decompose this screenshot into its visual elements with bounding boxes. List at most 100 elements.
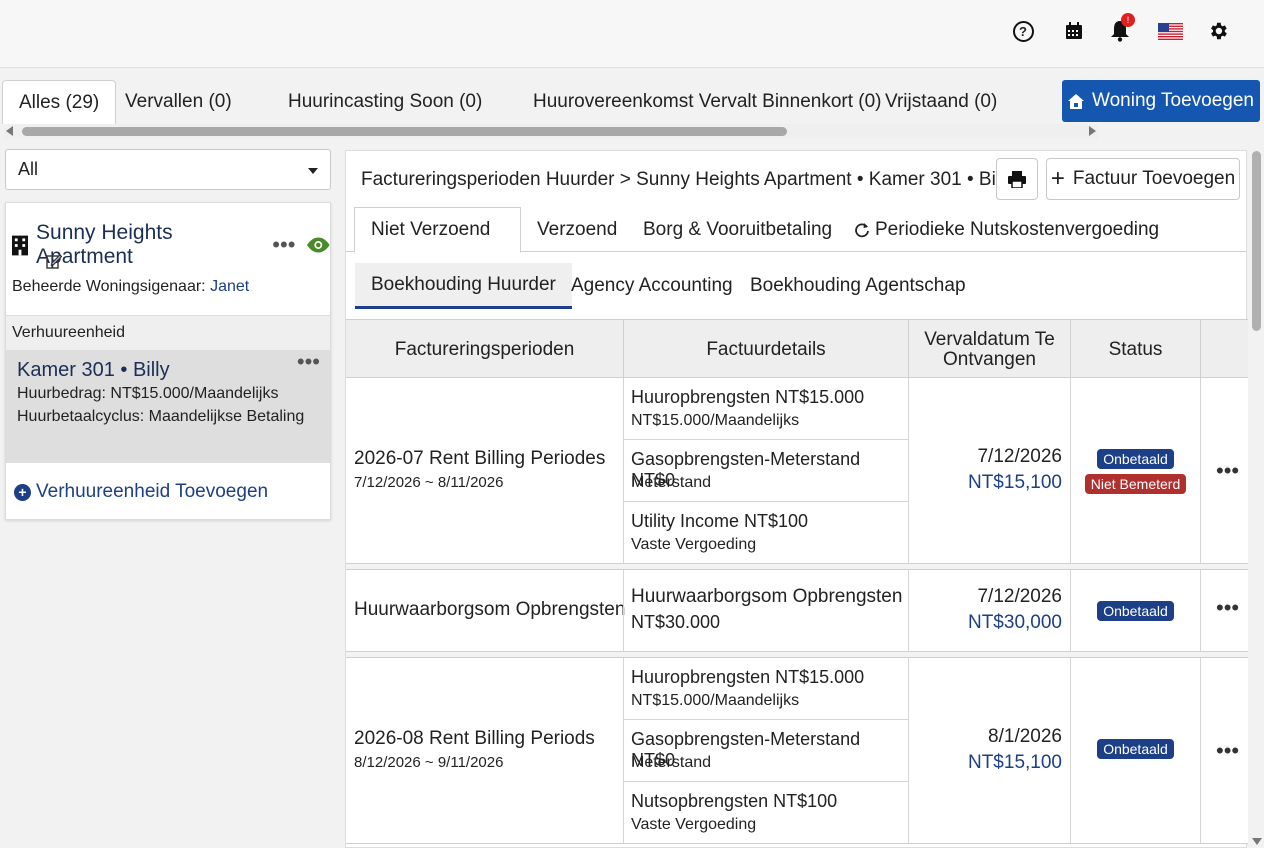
unit-item[interactable]: Kamer 301 • Billy ••• Huurbedrag: NT$15.… [6, 351, 330, 463]
invoice-line-title: Huuropbrengsten NT$15.000 [631, 667, 865, 687]
filter-selected-value: All [18, 159, 39, 179]
chevron-down-icon [308, 168, 318, 174]
invoice-line-title: Huuropbrengsten NT$15.000 [631, 387, 865, 407]
tab-rent-collection-soon[interactable]: Huurincasting Soon (0) [288, 80, 482, 124]
add-property-button[interactable]: Woning Toevoegen [1062, 80, 1260, 122]
add-invoice-button[interactable]: + Factuur Toevoegen [1046, 158, 1240, 200]
eye-icon[interactable] [307, 237, 331, 253]
property-name[interactable]: Sunny Heights Apartment [36, 221, 260, 269]
scroll-down-icon[interactable] [1252, 838, 1262, 845]
row-more-options-icon[interactable]: ••• [1216, 595, 1239, 621]
tab-reconciled[interactable]: Verzoend [537, 207, 617, 252]
col-invoice-details: Factuurdetails [623, 320, 908, 379]
invoice-line-sub: NT$15.000/Maandelijks [631, 412, 800, 429]
owner-label: Beheerde Woningsigenaar: [12, 278, 206, 295]
gear-icon[interactable] [1205, 18, 1231, 44]
invoice-details-cell: Huuropbrengsten NT$15.000 NT$15.000/Maan… [623, 378, 909, 564]
subtab-agency-bookkeeping[interactable]: Boekhouding Agentschap [750, 263, 966, 309]
status-cell: Onbetaald [1070, 570, 1200, 651]
accounting-subtabs: Boekhouding Huurder Agency Accounting Bo… [346, 263, 1246, 309]
edit-icon[interactable] [46, 253, 62, 269]
due-cell: 8/1/2026 NT$15,100 [908, 658, 1070, 843]
due-date: 7/12/2026 [977, 446, 1062, 467]
period-title: Huurwaarborgsom Opbrengsten [354, 599, 626, 620]
calendar-icon[interactable] [1061, 18, 1087, 44]
status-cell: Onbetaald [1070, 658, 1200, 843]
add-unit-button[interactable]: + Verhuureenheid Toevoegen [14, 481, 268, 503]
due-amount: NT$15,100 [967, 472, 1062, 493]
due-amount: NT$30,000 [967, 612, 1062, 633]
tab-vacant[interactable]: Vrijstaand (0) [885, 80, 997, 124]
us-flag-icon[interactable] [1157, 18, 1183, 44]
col-status: Status [1070, 320, 1200, 379]
invoice-line-title: Huurwaarborgsom Opbrengsten [631, 586, 903, 607]
unit-more-options-icon[interactable]: ••• [297, 351, 320, 373]
property-filter-select[interactable]: All [5, 149, 331, 190]
invoice-line-title: Nutsopbrengsten NT$100 [631, 791, 838, 811]
invoice-details-cell: Huuropbrengsten NT$15.000 NT$15.000/Maan… [623, 658, 909, 844]
vertical-scrollbar[interactable] [1249, 143, 1264, 848]
scroll-left-icon[interactable] [6, 126, 13, 136]
row-more-options-icon[interactable]: ••• [1216, 738, 1239, 764]
table-row[interactable]: 2026-07 Rent Billing Periodes 7/12/2026 … [346, 378, 1248, 564]
scroll-thumb[interactable] [22, 127, 787, 136]
tab-unreconciled[interactable]: Niet Verzoend [354, 207, 521, 253]
plus-circle-icon: + [14, 483, 31, 501]
invoice-line-sub: NT$15.000/Maandelijks [631, 692, 800, 709]
print-button[interactable] [996, 158, 1038, 200]
scroll-thumb[interactable] [1252, 151, 1261, 331]
unit-title: Kamer 301 • Billy [17, 359, 170, 381]
table-header: Factureringsperioden Factuurdetails Verv… [346, 319, 1248, 379]
plus-icon: + [1050, 165, 1065, 192]
horizontal-scrollbar[interactable] [4, 124, 1098, 139]
invoice-line: Huuropbrengsten NT$15.000 NT$15.000/Maan… [624, 378, 909, 440]
breadcrumb: Factureringsperioden Huurder > Sunny Hei… [361, 169, 1014, 190]
property-card: Sunny Heights Apartment ••• Beheerde Won… [5, 202, 331, 520]
due-date: 7/12/2026 [977, 586, 1062, 607]
tab-all[interactable]: Alles (29) [2, 80, 117, 124]
home-icon [1068, 93, 1084, 109]
owner-line: Beheerde Woningsigenaar: Janet [12, 278, 249, 296]
col-billing-periods: Factureringsperioden [394, 338, 575, 360]
add-invoice-label: Factuur Toevoegen [1072, 168, 1236, 189]
invoice-details-cell: Huurwaarborgsom Opbrengsten NT$30.000 [623, 570, 908, 651]
help-icon[interactable]: ? [1010, 18, 1036, 44]
period-range: 7/12/2026 ~ 8/11/2026 [354, 474, 504, 491]
top-bar: ? ! [0, 0, 1264, 68]
tab-lease-expiring-soon[interactable]: Huurovereenkomst Vervalt Binnenkort (0) [533, 80, 882, 124]
due-cell: 7/12/2026 NT$15,100 [908, 378, 1070, 563]
invoice-line-sub: Meterstand [631, 754, 712, 771]
refresh-icon [855, 222, 869, 237]
invoice-line: Huurwaarborgsom Opbrengsten NT$30.000 [624, 577, 909, 647]
tab-deposit-prepayment[interactable]: Borg & Vooruitbetaling [643, 207, 832, 252]
bell-icon[interactable]: ! [1107, 13, 1135, 44]
table-row[interactable]: 2026-08 Rent Billing Periods 8/12/2026 ~… [346, 658, 1248, 844]
invoice-line: Huuropbrengsten NT$15.000 NT$15.000/Maan… [624, 658, 909, 720]
more-options-icon[interactable]: ••• [272, 234, 295, 256]
actions-cell: ••• [1200, 378, 1248, 563]
invoice-line: Utility Income NT$100 Vaste Vergoeding [624, 502, 909, 564]
scroll-right-icon[interactable] [1089, 126, 1096, 136]
invoice-line: Nutsopbrengsten NT$100 Vaste Vergoeding [624, 782, 909, 844]
table-row[interactable]: Huurwaarborgsom Opbrengsten Huurwaarborg… [346, 570, 1248, 652]
row-more-options-icon[interactable]: ••• [1216, 458, 1239, 484]
owner-name-link[interactable]: Janet [210, 278, 249, 295]
add-unit-label: Verhuureenheid Toevoegen [36, 481, 269, 502]
tab-periodic-utility[interactable]: Periodieke Nutskostenvergoeding [854, 207, 1159, 252]
status-cell: Onbetaald Niet Bemeterd [1070, 378, 1200, 563]
subtab-agency-accounting[interactable]: Agency Accounting [571, 263, 733, 309]
invoice-line-sub: Vaste Vergoeding [631, 536, 757, 553]
invoice-line: Gasopbrengsten-Meterstand NT$0 Meterstan… [624, 440, 909, 502]
status-badge: Niet Bemeterd [1084, 474, 1187, 494]
unit-rent: Huurbedrag: NT$15.000/Maandelijks [17, 385, 279, 402]
printer-icon [1008, 170, 1026, 188]
col-actions [1200, 320, 1248, 379]
building-icon [12, 235, 29, 255]
status-badge: Onbetaald [1097, 449, 1174, 469]
subtab-tenant-accounting[interactable]: Boekhouding Huurder [355, 263, 572, 309]
invoice-line-title: Utility Income NT$100 [631, 511, 809, 531]
tab-overdue[interactable]: Vervallen (0) [125, 80, 232, 124]
unit-section-header: Verhuureenheid [6, 315, 330, 351]
actions-cell: ••• [1200, 658, 1248, 843]
due-cell: 7/12/2026 NT$30,000 [908, 570, 1070, 651]
